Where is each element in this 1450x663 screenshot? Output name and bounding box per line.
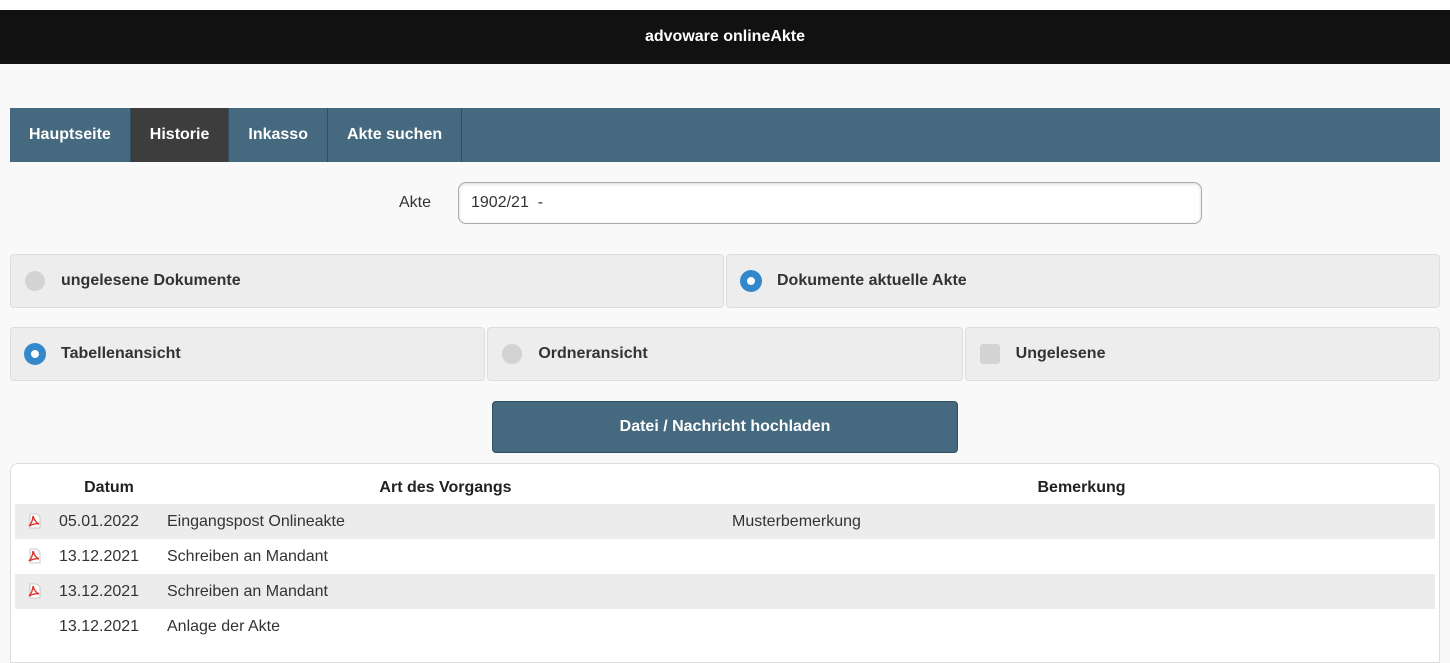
radio-on-icon (741, 271, 761, 291)
tab-historie[interactable]: Historie (130, 108, 230, 162)
radio-off-icon (502, 344, 523, 364)
tab-akte-suchen[interactable]: Akte suchen (328, 108, 463, 162)
main-nav: Hauptseite Historie Inkasso Akte suchen (10, 108, 1440, 162)
row-icon-cell (15, 609, 55, 644)
view-mode-group: Tabellenansicht Ordneransicht Ungelesene (10, 327, 1440, 381)
row-icon-cell[interactable] (15, 574, 55, 609)
radio-ordneransicht[interactable]: Ordneransicht (487, 327, 963, 381)
checkbox-ungelesene[interactable]: Ungelesene (964, 327, 1440, 381)
row-date: 13.12.2021 (59, 617, 140, 635)
row-art: Eingangspost Onlineakte (163, 504, 728, 539)
radio-off-icon (25, 271, 45, 291)
top-gap (0, 0, 1450, 10)
akte-label: Akte (399, 194, 432, 211)
akte-row: Akte (0, 182, 1450, 226)
app-header: advoware onlineAkte (0, 10, 1450, 64)
pdf-icon[interactable] (27, 513, 43, 529)
akte-input[interactable] (458, 182, 1202, 224)
row-bemerkung (728, 609, 1435, 644)
pdf-icon[interactable] (27, 583, 43, 599)
table-row[interactable]: 13.12.2021 Schreiben an Mandant (15, 539, 1435, 574)
radio-ungelesene-dokumente[interactable]: ungelesene Dokumente (10, 254, 724, 308)
column-header-datum[interactable]: Datum (55, 464, 163, 504)
column-header-art[interactable]: Art des Vorgangs (163, 464, 728, 504)
radio-label: Dokumente aktuelle Akte (777, 272, 967, 289)
row-bemerkung (728, 574, 1435, 609)
table-row[interactable]: 13.12.2021 Schreiben an Mandant (15, 574, 1435, 609)
radio-on-icon (25, 344, 45, 364)
radio-dokumente-aktuelle-akte[interactable]: Dokumente aktuelle Akte (726, 254, 1440, 308)
tab-hauptseite[interactable]: Hauptseite (10, 108, 131, 162)
table-row[interactable]: 05.01.2022 Eingangspost Onlineakte Musterb… (15, 504, 1435, 539)
row-date: 13.12.2021 (55, 574, 163, 609)
icon-column-header (15, 464, 55, 504)
radio-label: Ordneransicht (538, 345, 648, 362)
row-icon-cell[interactable] (15, 539, 55, 574)
tab-inkasso[interactable]: Inkasso (229, 108, 328, 162)
radio-label: ungelesene Dokumente (61, 272, 241, 289)
row-bemerkung: Musterbemerkung (728, 504, 1435, 539)
table-header-row: Datum Art des Vorgangs Bemerkung (15, 464, 1435, 504)
radio-tabellenansicht[interactable]: Tabellenansicht (10, 327, 486, 381)
row-art: Schreiben an Mandant (167, 547, 328, 565)
radio-label: Tabellenansicht (61, 345, 181, 362)
row-date: 13.12.2021 (59, 547, 140, 565)
checkbox-off-icon (979, 344, 1000, 364)
document-filter-group: ungelesene Dokumente Dokumente aktuelle … (10, 254, 1440, 308)
row-art: Schreiben an Mandant (163, 574, 728, 609)
row-art: Anlage der Akte (167, 617, 280, 635)
app-title: advoware onlineAkte (644, 28, 806, 45)
documents-table: Datum Art des Vorgangs Bemerkung 05.01.2… (10, 463, 1440, 663)
column-header-bemerkung[interactable]: Bemerkung (728, 464, 1435, 504)
pdf-icon[interactable] (27, 548, 43, 564)
table-row[interactable]: 13.12.2021 Anlage der Akte (15, 609, 1435, 644)
upload-button[interactable]: Datei / Nachricht hochladen (492, 401, 958, 453)
row-date: 05.01.2022 (55, 504, 163, 539)
checkbox-label: Ungelesene (1015, 345, 1106, 362)
row-bemerkung (728, 539, 1435, 574)
row-icon-cell[interactable] (15, 504, 55, 539)
